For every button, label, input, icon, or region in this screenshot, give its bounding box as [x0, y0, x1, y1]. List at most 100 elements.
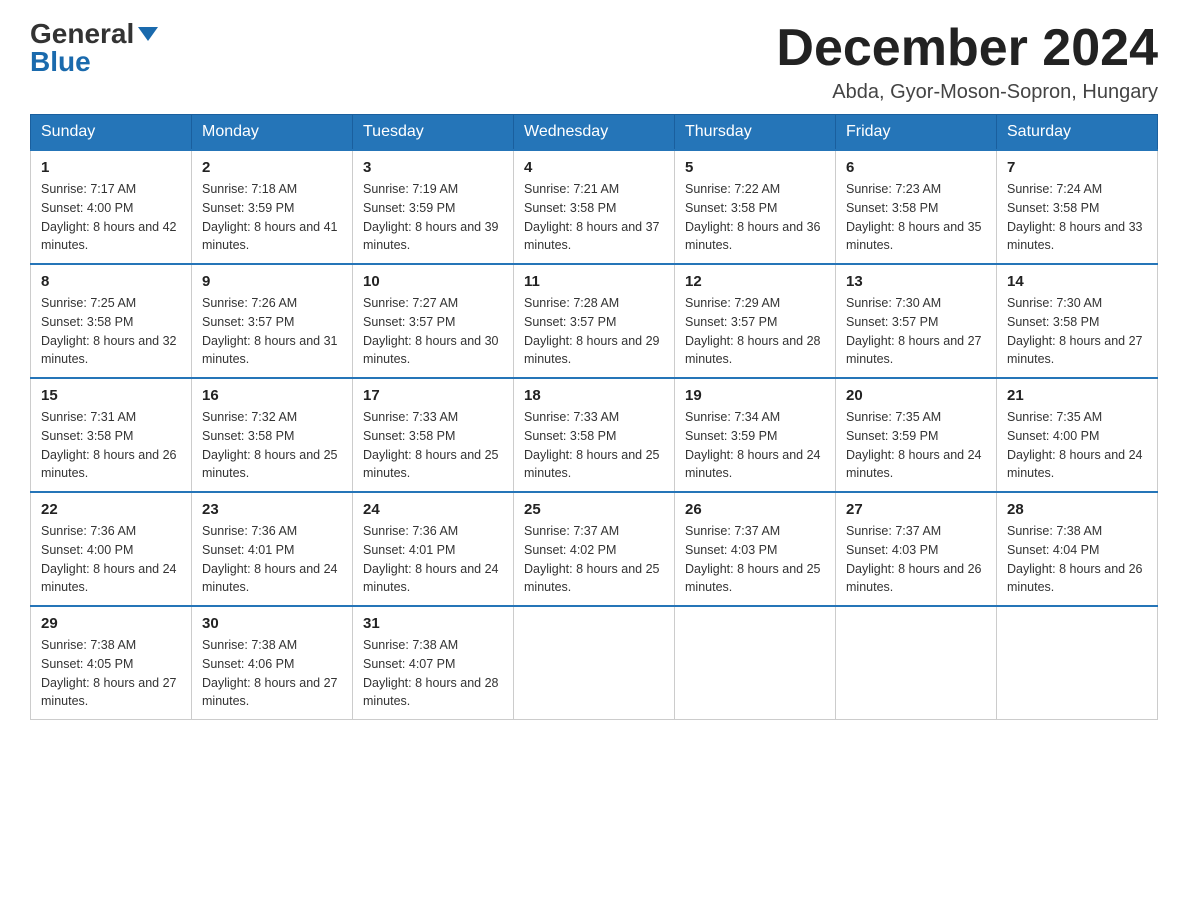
day-number: 21	[1007, 387, 1147, 404]
calendar-cell-7: 7 Sunrise: 7:24 AMSunset: 3:58 PMDaylight…	[997, 150, 1158, 264]
day-info: Sunrise: 7:37 AMSunset: 4:03 PMDaylight:…	[685, 522, 825, 597]
calendar-cell-3: 3 Sunrise: 7:19 AMSunset: 3:59 PMDaylight…	[353, 150, 514, 264]
day-info: Sunrise: 7:29 AMSunset: 3:57 PMDaylight:…	[685, 294, 825, 369]
calendar-table: Sunday Monday Tuesday Wednesday Thursday…	[30, 114, 1158, 720]
day-number: 7	[1007, 159, 1147, 176]
calendar-cell-empty	[514, 606, 675, 720]
calendar-cell-6: 6 Sunrise: 7:23 AMSunset: 3:58 PMDaylight…	[836, 150, 997, 264]
logo-blue-text: Blue	[30, 48, 91, 76]
calendar-cell-13: 13Sunrise: 7:30 AMSunset: 3:57 PMDayligh…	[836, 264, 997, 378]
calendar-cell-empty	[997, 606, 1158, 720]
calendar-cell-31: 31 Sunrise: 7:38 AMSunset: 4:07 PMDayligh…	[353, 606, 514, 720]
day-info: Sunrise: 7:30 AMSunset: 3:58 PMDaylight:…	[1007, 294, 1147, 369]
day-number: 6	[846, 159, 986, 176]
col-tuesday: Tuesday	[353, 115, 514, 151]
day-number: 23	[202, 501, 342, 518]
day-info: Sunrise: 7:38 AMSunset: 4:04 PMDaylight:…	[1007, 522, 1147, 597]
calendar-cell-9: 9 Sunrise: 7:26 AMSunset: 3:57 PMDaylight…	[192, 264, 353, 378]
day-number: 1	[41, 159, 181, 176]
day-number: 14	[1007, 273, 1147, 290]
day-number: 15	[41, 387, 181, 404]
day-number: 2	[202, 159, 342, 176]
day-number: 18	[524, 387, 664, 404]
day-info: Sunrise: 7:27 AMSunset: 3:57 PMDaylight:…	[363, 294, 503, 369]
calendar-cell-empty	[836, 606, 997, 720]
logo: General Blue	[30, 20, 158, 76]
calendar-cell-24: 24 Sunrise: 7:36 AMSunset: 4:01 PMDayligh…	[353, 492, 514, 606]
calendar-cell-23: 23 Sunrise: 7:36 AMSunset: 4:01 PMDayligh…	[192, 492, 353, 606]
day-number: 3	[363, 159, 503, 176]
day-number: 25	[524, 501, 664, 518]
day-number: 28	[1007, 501, 1147, 518]
calendar-cell-27: 27Sunrise: 7:37 AMSunset: 4:03 PMDayligh…	[836, 492, 997, 606]
day-number: 30	[202, 615, 342, 632]
day-info: Sunrise: 7:22 AMSunset: 3:58 PMDaylight:…	[685, 180, 825, 255]
month-title: December 2024	[776, 20, 1158, 77]
col-friday: Friday	[836, 115, 997, 151]
day-number: 5	[685, 159, 825, 176]
day-number: 24	[363, 501, 503, 518]
day-info: Sunrise: 7:21 AMSunset: 3:58 PMDaylight:…	[524, 180, 664, 255]
day-info: Sunrise: 7:34 AMSunset: 3:59 PMDaylight:…	[685, 408, 825, 483]
day-number: 12	[685, 273, 825, 290]
day-info: Sunrise: 7:37 AMSunset: 4:02 PMDaylight:…	[524, 522, 664, 597]
calendar-cell-20: 20 Sunrise: 7:35 AMSunset: 3:59 PMDayligh…	[836, 378, 997, 492]
day-number: 11	[524, 273, 664, 290]
day-number: 31	[363, 615, 503, 632]
day-info: Sunrise: 7:36 AMSunset: 4:01 PMDaylight:…	[363, 522, 503, 597]
day-number: 27	[846, 501, 986, 518]
col-saturday: Saturday	[997, 115, 1158, 151]
day-info: Sunrise: 7:28 AMSunset: 3:57 PMDaylight:…	[524, 294, 664, 369]
title-section: December 2024 Abda, Gyor-Moson-Sopron, H…	[776, 20, 1158, 104]
calendar-cell-14: 14 Sunrise: 7:30 AMSunset: 3:58 PMDayligh…	[997, 264, 1158, 378]
day-number: 4	[524, 159, 664, 176]
day-info: Sunrise: 7:33 AMSunset: 3:58 PMDaylight:…	[363, 408, 503, 483]
calendar-cell-17: 17Sunrise: 7:33 AMSunset: 3:58 PMDayligh…	[353, 378, 514, 492]
day-info: Sunrise: 7:31 AMSunset: 3:58 PMDaylight:…	[41, 408, 181, 483]
calendar-cell-12: 12 Sunrise: 7:29 AMSunset: 3:57 PMDayligh…	[675, 264, 836, 378]
calendar-cell-4: 4 Sunrise: 7:21 AMSunset: 3:58 PMDaylight…	[514, 150, 675, 264]
day-info: Sunrise: 7:36 AMSunset: 4:00 PMDaylight:…	[41, 522, 181, 597]
day-info: Sunrise: 7:26 AMSunset: 3:57 PMDaylight:…	[202, 294, 342, 369]
calendar-week-row-3: 15 Sunrise: 7:31 AMSunset: 3:58 PMDayligh…	[31, 378, 1158, 492]
calendar-cell-8: 8Sunrise: 7:25 AMSunset: 3:58 PMDaylight…	[31, 264, 192, 378]
day-info: Sunrise: 7:19 AMSunset: 3:59 PMDaylight:…	[363, 180, 503, 255]
calendar-week-row-1: 1 Sunrise: 7:17 AMSunset: 4:00 PMDaylight…	[31, 150, 1158, 264]
day-number: 19	[685, 387, 825, 404]
logo-general-text: General	[30, 20, 134, 48]
calendar-week-row-5: 29 Sunrise: 7:38 AMSunset: 4:05 PMDayligh…	[31, 606, 1158, 720]
day-info: Sunrise: 7:30 AMSunset: 3:57 PMDaylight:…	[846, 294, 986, 369]
day-number: 29	[41, 615, 181, 632]
col-sunday: Sunday	[31, 115, 192, 151]
location-text: Abda, Gyor-Moson-Sopron, Hungary	[776, 81, 1158, 104]
day-number: 8	[41, 273, 181, 290]
day-info: Sunrise: 7:38 AMSunset: 4:05 PMDaylight:…	[41, 636, 181, 711]
page-header: General Blue December 2024 Abda, Gyor-Mo…	[30, 20, 1158, 104]
calendar-cell-22: 22Sunrise: 7:36 AMSunset: 4:00 PMDayligh…	[31, 492, 192, 606]
day-info: Sunrise: 7:35 AMSunset: 3:59 PMDaylight:…	[846, 408, 986, 483]
day-info: Sunrise: 7:36 AMSunset: 4:01 PMDaylight:…	[202, 522, 342, 597]
day-info: Sunrise: 7:17 AMSunset: 4:00 PMDaylight:…	[41, 180, 181, 255]
day-number: 9	[202, 273, 342, 290]
calendar-cell-28: 28 Sunrise: 7:38 AMSunset: 4:04 PMDayligh…	[997, 492, 1158, 606]
logo-triangle-icon	[138, 27, 158, 41]
calendar-cell-2: 2 Sunrise: 7:18 AMSunset: 3:59 PMDaylight…	[192, 150, 353, 264]
calendar-header-row: Sunday Monday Tuesday Wednesday Thursday…	[31, 115, 1158, 151]
day-number: 20	[846, 387, 986, 404]
calendar-week-row-4: 22Sunrise: 7:36 AMSunset: 4:00 PMDayligh…	[31, 492, 1158, 606]
calendar-cell-26: 26 Sunrise: 7:37 AMSunset: 4:03 PMDayligh…	[675, 492, 836, 606]
calendar-week-row-2: 8Sunrise: 7:25 AMSunset: 3:58 PMDaylight…	[31, 264, 1158, 378]
calendar-cell-18: 18Sunrise: 7:33 AMSunset: 3:58 PMDayligh…	[514, 378, 675, 492]
day-info: Sunrise: 7:24 AMSunset: 3:58 PMDaylight:…	[1007, 180, 1147, 255]
day-info: Sunrise: 7:32 AMSunset: 3:58 PMDaylight:…	[202, 408, 342, 483]
day-number: 26	[685, 501, 825, 518]
day-info: Sunrise: 7:38 AMSunset: 4:06 PMDaylight:…	[202, 636, 342, 711]
day-info: Sunrise: 7:18 AMSunset: 3:59 PMDaylight:…	[202, 180, 342, 255]
col-monday: Monday	[192, 115, 353, 151]
calendar-cell-5: 5 Sunrise: 7:22 AMSunset: 3:58 PMDaylight…	[675, 150, 836, 264]
day-info: Sunrise: 7:35 AMSunset: 4:00 PMDaylight:…	[1007, 408, 1147, 483]
calendar-cell-empty	[675, 606, 836, 720]
calendar-cell-29: 29 Sunrise: 7:38 AMSunset: 4:05 PMDayligh…	[31, 606, 192, 720]
day-info: Sunrise: 7:38 AMSunset: 4:07 PMDaylight:…	[363, 636, 503, 711]
day-info: Sunrise: 7:23 AMSunset: 3:58 PMDaylight:…	[846, 180, 986, 255]
